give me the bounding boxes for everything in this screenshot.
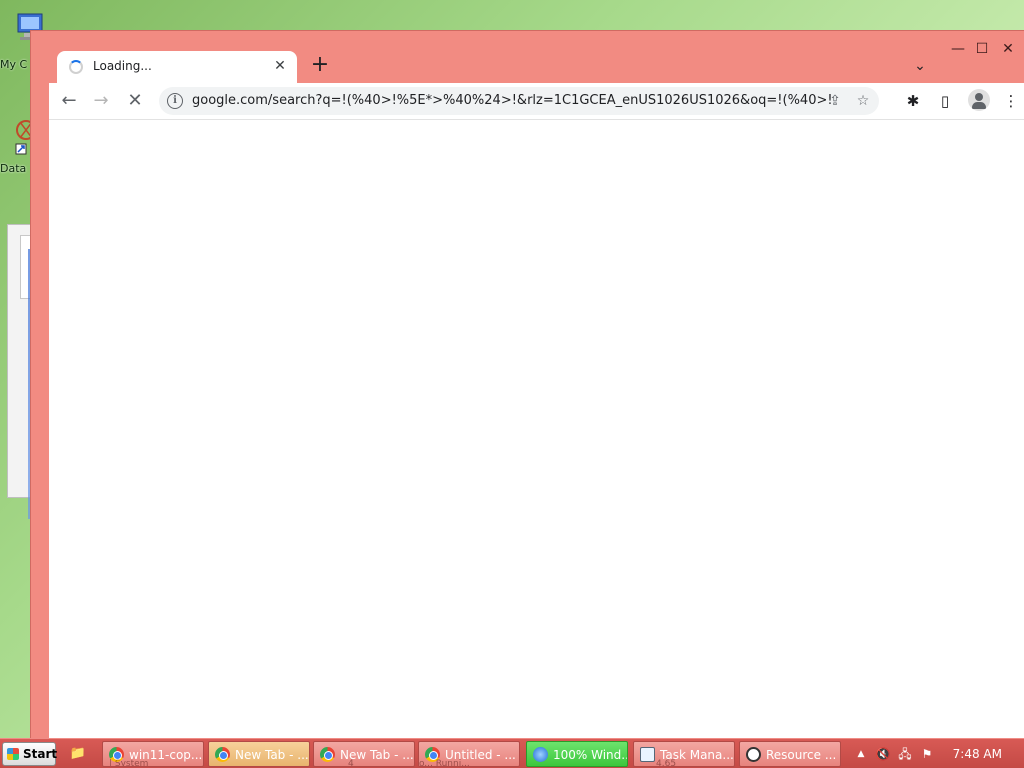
address-bar[interactable]: i google.com/search?q=!(%40>!%5E*>%40%24… — [159, 87, 879, 115]
clock[interactable]: 7:48 AM — [953, 747, 1002, 761]
bookmark-star-icon[interactable]: ☆ — [853, 91, 873, 111]
start-label: Start — [23, 747, 58, 761]
desktop-icon-label: My C — [0, 58, 28, 71]
taskbar-item-sub: 4.65 — [656, 759, 677, 767]
profile-avatar-icon[interactable] — [968, 89, 990, 111]
avatar-head — [975, 93, 983, 101]
taskbar-item-sub: NT Lo... Runni... — [418, 759, 470, 767]
taskbar-item[interactable]: New Tab - ... 4 — [313, 741, 415, 767]
address-url[interactable]: google.com/search?q=!(%40>!%5E*>%40%24>!… — [192, 93, 832, 108]
network-icon[interactable]: 🖧 — [896, 745, 914, 763]
taskbar-item-sub: 4 — [348, 759, 354, 767]
taskbar-item[interactable]: New Tab - ... — [208, 741, 310, 767]
new-tab-button[interactable]: + — [307, 53, 333, 79]
avatar-body — [972, 102, 986, 109]
taskbar-item[interactable]: Untitled - ... NT Lo... Runni... — [418, 741, 520, 767]
system-tray: ▲ 🔇 🖧 ⚑ 7:48 AM — [846, 741, 1024, 767]
task-manager-icon — [640, 747, 655, 762]
globe-icon — [533, 747, 548, 762]
taskbar-item[interactable]: 100% Wind... — [526, 741, 628, 767]
page-content[interactable] — [49, 119, 1024, 739]
taskbar-item-label: New Tab - ... — [235, 748, 309, 762]
start-button[interactable]: Start — [2, 742, 58, 766]
folder-icon[interactable]: 📁 — [68, 744, 88, 764]
taskbar-item-sub: | System — [109, 759, 149, 767]
stop-loading-button[interactable]: ✕ — [123, 89, 147, 113]
action-center-icon[interactable]: ⚑ — [918, 745, 936, 763]
taskbar-item-label: Resource ... — [766, 748, 837, 762]
resource-monitor-icon — [746, 747, 761, 762]
taskbar-item-label: 100% Wind... — [553, 748, 628, 762]
taskbar-item[interactable]: win11-cop... | System — [102, 741, 204, 767]
back-button[interactable]: ← — [57, 89, 81, 113]
loading-spinner-icon — [69, 60, 83, 74]
taskbar-item[interactable]: Task Mana... 4.65 — [633, 741, 735, 767]
tab-search-button[interactable]: ⌄ — [909, 55, 931, 77]
windows-logo-icon — [7, 748, 19, 760]
browser-toolbar: ← → ✕ i google.com/search?q=!(%40>!%5E*>… — [49, 83, 1024, 119]
share-icon[interactable]: ⇪ — [825, 91, 845, 111]
browser-window: — ☐ ✕ Loading... ✕ + ⌄ ← → ✕ i google.co… — [30, 30, 1024, 740]
menu-kebab-icon[interactable]: ⋮ — [999, 89, 1023, 113]
side-panel-icon[interactable]: ▯ — [933, 89, 957, 113]
volume-icon[interactable]: 🔇 — [874, 745, 892, 763]
tab-strip: Loading... ✕ + ⌄ — [49, 49, 1024, 83]
taskbar-item[interactable]: Resource ... — [739, 741, 841, 767]
taskbar: Start 📁 win11-cop... | System New Tab - … — [0, 738, 1024, 768]
tab-loading[interactable]: Loading... ✕ — [57, 51, 297, 83]
forward-button[interactable]: → — [89, 89, 113, 113]
chrome-icon — [215, 747, 230, 762]
tab-close-button[interactable]: ✕ — [271, 57, 289, 75]
extensions-icon[interactable]: ✱ — [901, 89, 925, 113]
desktop-icon-label: Data — [0, 162, 27, 175]
site-info-icon[interactable]: i — [167, 93, 183, 109]
show-hidden-icons-icon[interactable]: ▲ — [852, 745, 870, 763]
chrome-icon — [320, 747, 335, 762]
tab-title: Loading... — [93, 59, 152, 73]
